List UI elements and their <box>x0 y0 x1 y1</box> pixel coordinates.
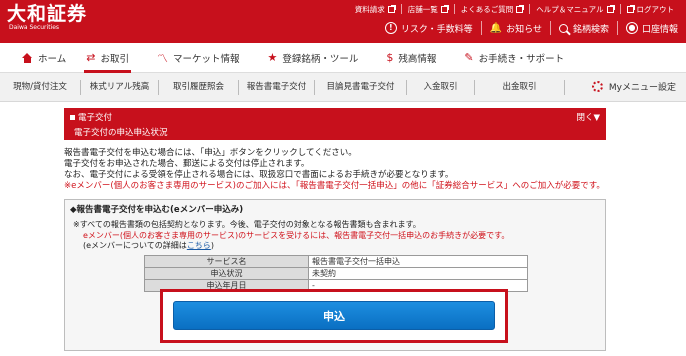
subnav-realtime-balance[interactable]: 株式リアル残高 <box>81 79 159 95</box>
table-value: 報告書電子交付一括申込 <box>308 255 528 268</box>
sub-nav: 現物/貸付注文 株式リアル残高 取引履歴照会 報告書電子交付 目論見書電子交付 … <box>0 73 686 102</box>
top-link-faq[interactable]: よくあるご質問 <box>455 4 531 14</box>
top-link-branches[interactable]: 店舗一覧 <box>402 4 455 14</box>
box-note-warning: eメンバー(個人のお客さま専用のサービス)のサービスを受けるには、報告書電子交付… <box>83 230 510 240</box>
description-line: 報告書電子交付を申込む場合には、「申込」ボタンをクリックしてください。 <box>64 148 357 158</box>
square-bullet-icon <box>70 114 75 120</box>
table-row: 申込状況 未契約 <box>144 267 528 280</box>
table-value: 未契約 <box>308 267 528 280</box>
external-link-icon <box>387 4 396 13</box>
nav-home[interactable]: ホーム <box>0 43 76 73</box>
nav-support[interactable]: ✎ お手続き・サポート <box>454 43 574 73</box>
exclamation-icon: ! <box>384 22 397 34</box>
chart-icon: 〽 <box>156 51 168 65</box>
nav-trade[interactable]: ⇄ お取引 <box>76 43 139 73</box>
subnav-deposit[interactable]: 入金取引 <box>407 79 475 95</box>
nav-balance[interactable]: $ 残高情報 <box>376 43 446 73</box>
logout-icon <box>626 4 635 13</box>
bell-icon: 🔔 <box>489 22 503 34</box>
subnav-trade-history[interactable]: 取引履歴照会 <box>159 79 239 95</box>
box-note-detail: (eメンバーについての詳細はこちら) <box>83 241 214 250</box>
nav-watchlist-tools[interactable]: ★ 登録銘柄・ツール <box>257 43 368 73</box>
service-info-table: サービス名 報告書電子交付一括申込 申込状況 未契約 申込年月日 - <box>144 255 528 292</box>
top-links: 資料請求 店舗一覧 よくあるご質問 ヘルプ＆マニュアル ログアウト <box>349 4 680 14</box>
top-link-brochure[interactable]: 資料請求 <box>349 4 402 14</box>
star-icon: ★ <box>267 51 278 64</box>
external-link-icon <box>516 4 525 13</box>
description: 報告書電子交付を申込む場合には、「申込」ボタンをクリックしてください。 電子交付… <box>64 148 606 192</box>
logo-subtext: Daiwa Securities <box>9 24 60 31</box>
table-label: 申込状況 <box>144 267 309 280</box>
top-link-help[interactable]: ヘルプ＆マニュアル <box>530 4 621 14</box>
subnav-prospectus-e-delivery[interactable]: 目論見書電子交付 <box>315 79 407 95</box>
account-info-link[interactable]: ● 口座情報 <box>618 21 680 35</box>
description-line: 電子交付をお申込された場合、郵送による交付は停止されます。 <box>64 159 310 169</box>
subnav-withdrawal[interactable]: 出金取引 <box>475 79 565 95</box>
top-link-logout[interactable]: ログアウト <box>621 4 681 14</box>
external-link-icon <box>606 4 615 13</box>
main-content: 電子交付 電子交付の申込申込状況 閉く▼ 報告書電子交付を申込む場合には、「申込… <box>64 108 606 351</box>
panel-title: 電子交付 <box>70 111 112 123</box>
apply-button-highlight: 申込 <box>160 289 508 343</box>
main-nav: ホーム ⇄ お取引 〽マーケット情報 ★ 登録銘柄・ツール $ 残高情報 ✎ お手続き・… <box>0 43 686 73</box>
subnav-report-e-delivery[interactable]: 報告書電子交付 <box>239 79 315 95</box>
nav-market[interactable]: 〽マーケット情報 <box>147 43 250 73</box>
table-row: サービス名 報告書電子交付一括申込 <box>144 255 528 268</box>
application-box: ◆報告書電子交付を申込む(eメンバー申込み) ※すべての報告書類の包括契約となり… <box>64 199 606 351</box>
panel-subtitle: 電子交付の申込申込状況 <box>74 128 168 138</box>
home-icon <box>22 52 33 63</box>
panel-header: 電子交付 電子交付の申込申込状況 閉く▼ <box>64 108 606 140</box>
logo[interactable]: 大和証券 Daiwa Securities <box>7 4 87 31</box>
risk-fee-link[interactable]: ! リスク・手数料等 <box>377 21 482 35</box>
gear-icon <box>591 81 603 92</box>
search-icon <box>558 23 568 33</box>
box-notes: ※すべての報告書類の包括契約となります。今後、電子交付の対象となる報告書類も含ま… <box>65 218 605 252</box>
header-actions: ! リスク・手数料等 🔔 お知らせ 銘柄検索 ● 口座情報 <box>377 21 680 35</box>
top-header: 大和証券 Daiwa Securities 資料請求 店舗一覧 よくあるご質問 … <box>0 0 686 43</box>
pen-icon: ✎ <box>464 51 474 64</box>
description-warning: ※eメンバー(個人のお客さま専用のサービス)のご加入には、「報告書電子交付一括申… <box>64 181 605 191</box>
my-menu-settings[interactable]: Myメニュー設定 <box>591 80 676 93</box>
panel-toggle[interactable]: 閉く▼ <box>576 111 600 123</box>
dollar-icon: $ <box>386 51 394 64</box>
user-icon: ● <box>625 22 638 34</box>
apply-button[interactable]: 申込 <box>173 301 495 330</box>
external-link-icon <box>440 4 449 13</box>
subnav-cash-order[interactable]: 現物/貸付注文 <box>0 79 81 95</box>
stock-search-link[interactable]: 銘柄検索 <box>551 21 618 35</box>
description-line: なお、電子交付による受領を停止される場合には、取扱窓口で書面によるお手続きが必要… <box>64 170 454 180</box>
box-title: ◆報告書電子交付を申込む(eメンバー申込み) <box>70 205 244 215</box>
notice-link[interactable]: 🔔 お知らせ <box>482 21 551 35</box>
trade-icon: ⇄ <box>86 51 96 64</box>
emember-details-link[interactable]: こちら <box>187 241 211 250</box>
table-label: サービス名 <box>144 255 309 268</box>
box-note: ※すべての報告書類の包括契約となります。今後、電子交付の対象となる報告書類も含ま… <box>73 220 421 229</box>
logo-text: 大和証券 <box>7 3 88 25</box>
